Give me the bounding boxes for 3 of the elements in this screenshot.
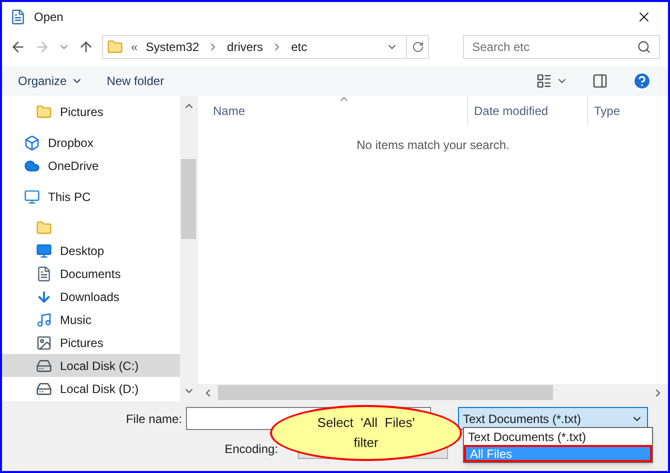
window-title: Open [34, 9, 64, 26]
empty-message: No items match your search. [356, 137, 510, 154]
file-name-label: File name: [124, 410, 183, 428]
